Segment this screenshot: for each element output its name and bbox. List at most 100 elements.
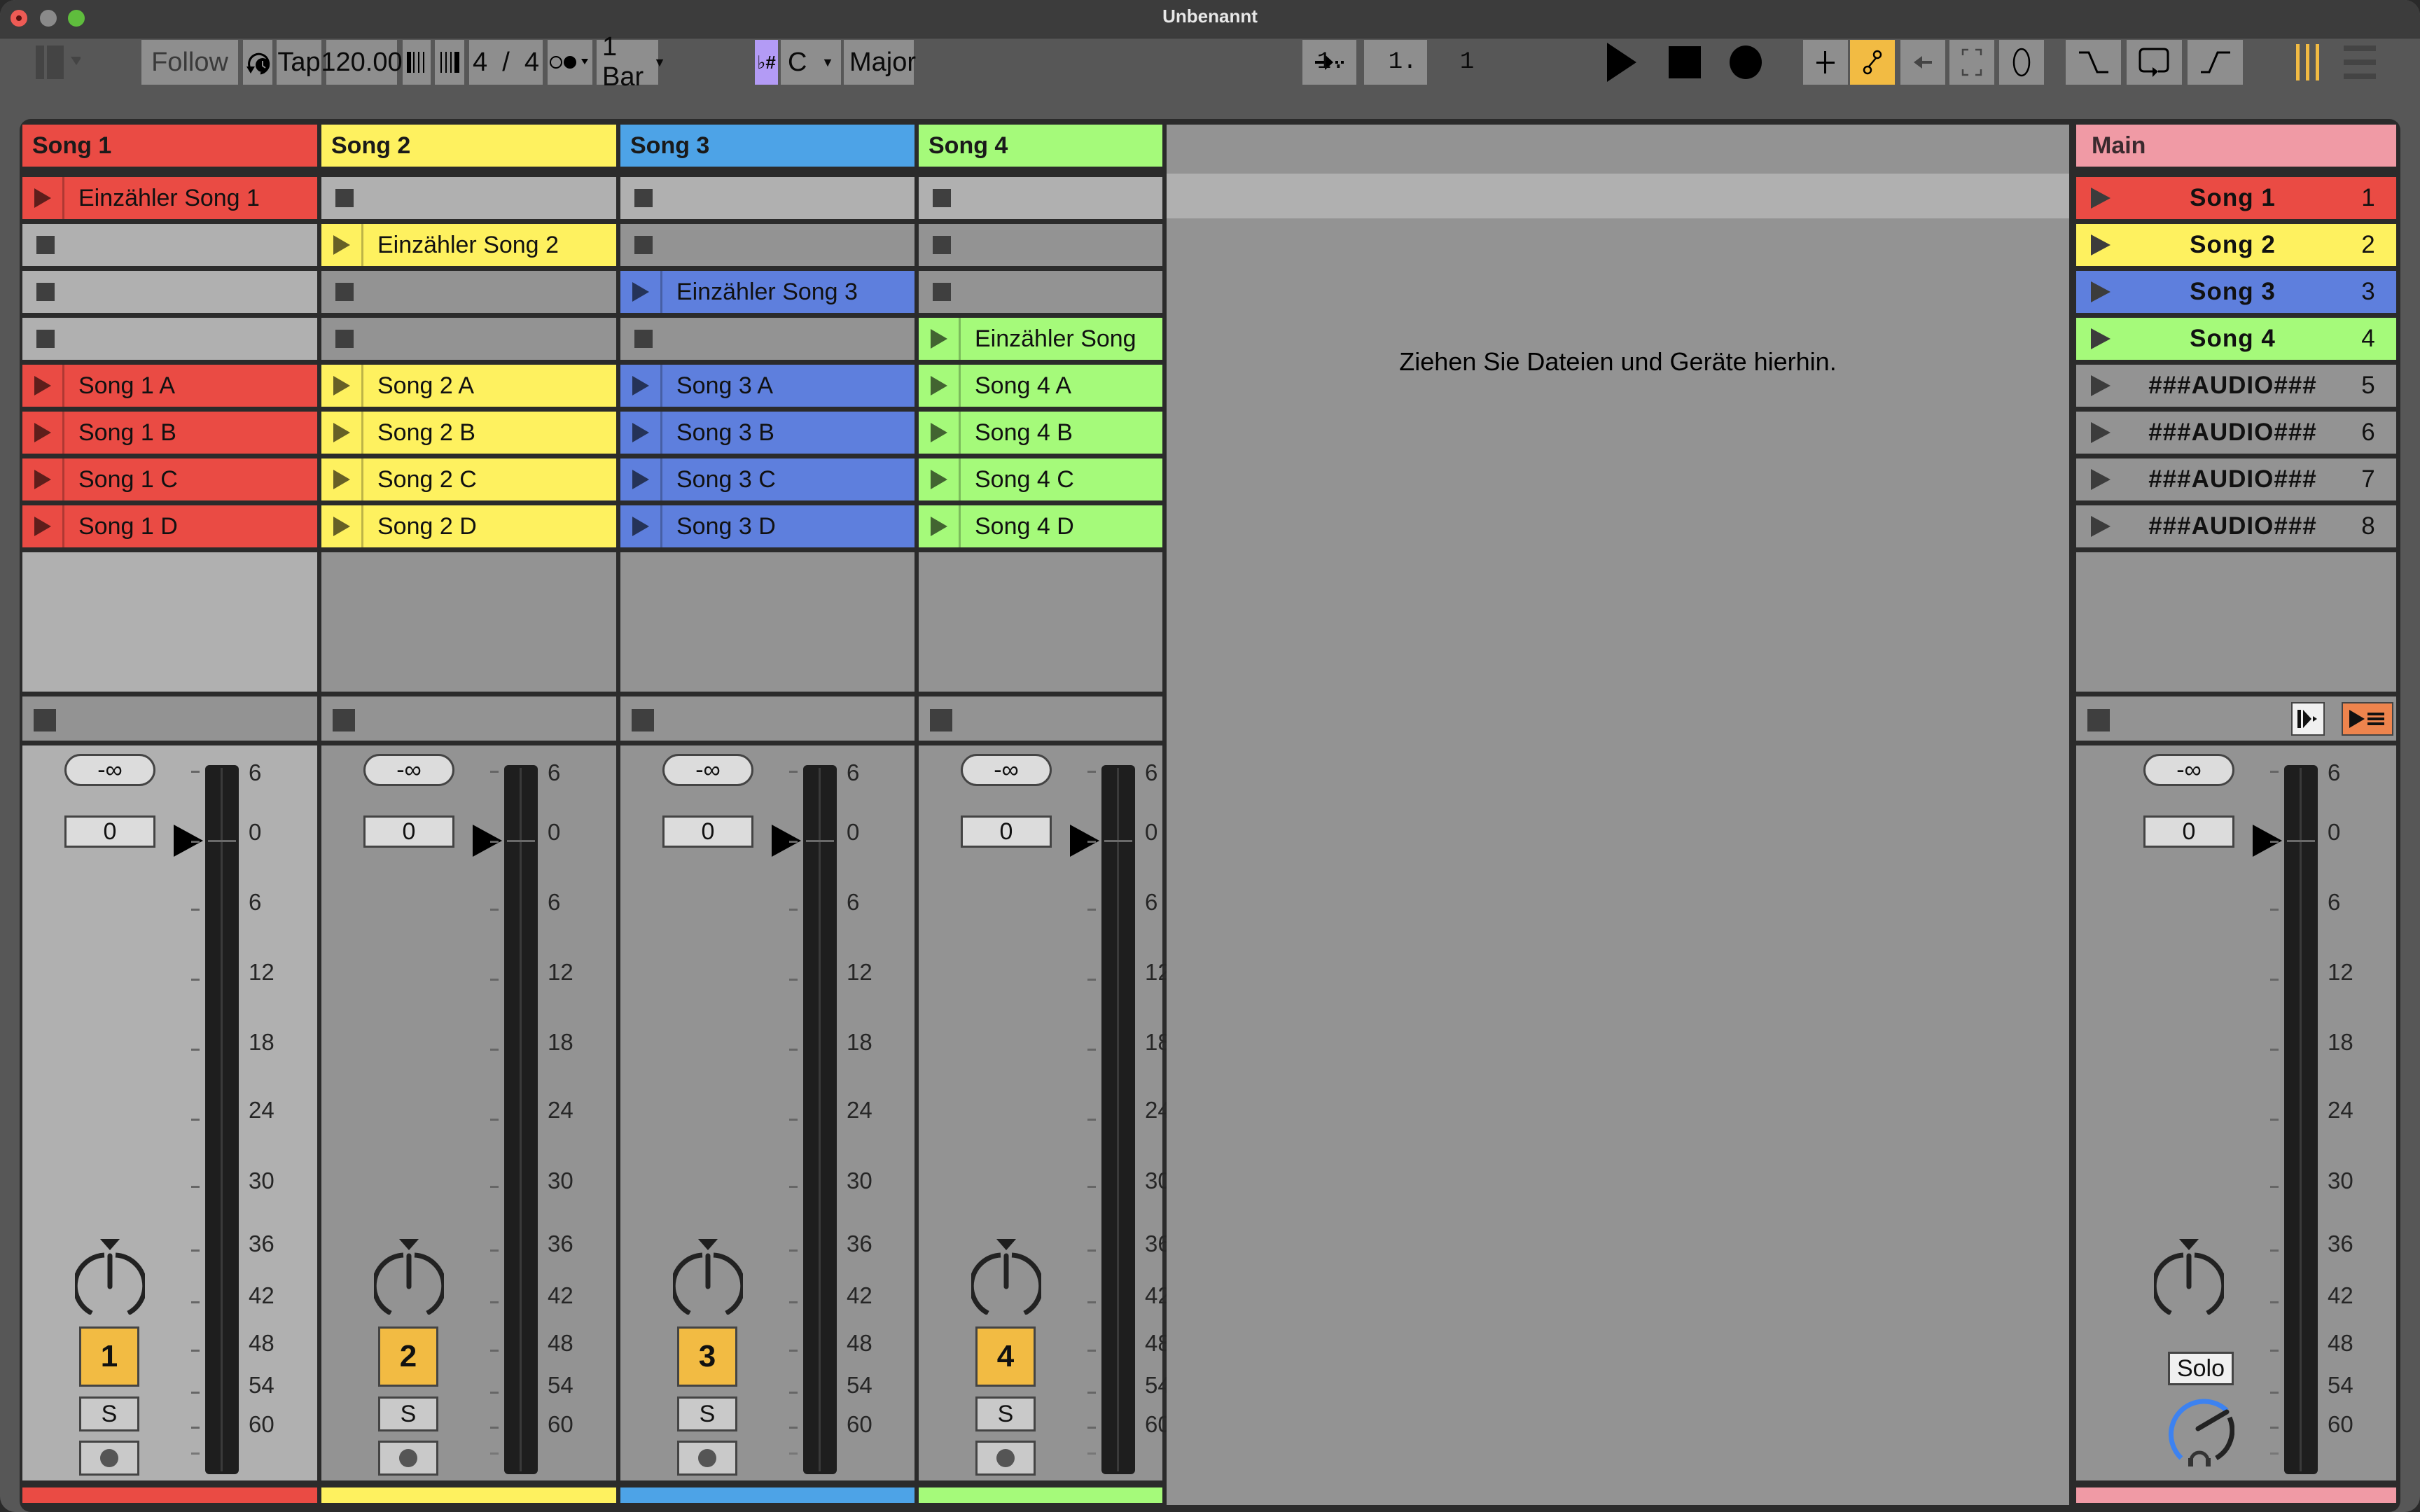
empty-clip-slot[interactable] (321, 318, 616, 360)
clip-slot[interactable]: Song 2 A (321, 365, 616, 407)
scale-dropdown[interactable]: Major (844, 40, 916, 85)
clip-launch-button[interactable] (919, 412, 961, 454)
clip-launch-button[interactable] (22, 458, 64, 500)
clip-launch-button[interactable] (321, 412, 363, 454)
empty-clip-slot[interactable] (620, 177, 915, 219)
metronome-circles-icon[interactable] (548, 40, 592, 85)
device-drop-zone[interactable]: Ziehen Sie Dateien und Geräte hierhin. (1167, 125, 2069, 1505)
record-button[interactable] (1727, 40, 1764, 85)
arm-record-button[interactable] (677, 1441, 737, 1476)
volume-field[interactable]: 0 (64, 816, 155, 848)
tap-button[interactable]: Tap (277, 40, 321, 85)
clip-launch-button[interactable] (321, 458, 363, 500)
clip-launch-button[interactable] (620, 458, 662, 500)
empty-clip-area[interactable] (620, 552, 915, 692)
clip-stop-icon[interactable] (933, 283, 951, 301)
stop-button[interactable] (1667, 40, 1703, 85)
track-activator-button[interactable]: 2 (378, 1326, 438, 1387)
track-header[interactable]: Song 3 (620, 125, 915, 167)
solo-button[interactable]: S (677, 1396, 737, 1432)
clip-launch-button[interactable] (919, 365, 961, 407)
back-to-arrangement-icon[interactable] (1900, 40, 1945, 85)
clip-launch-button[interactable] (22, 412, 64, 454)
peak-level-indicator[interactable]: -∞ (64, 754, 155, 786)
clip-slot[interactable]: Song 4 A (919, 365, 1162, 407)
clip-stop-icon[interactable] (634, 330, 653, 348)
track-header[interactable]: Song 1 (22, 125, 317, 167)
scene-launch-button[interactable] (2076, 188, 2125, 209)
clip-stop-button[interactable] (632, 709, 654, 732)
clip-stop-button[interactable] (34, 709, 56, 732)
track-activator-button[interactable]: 4 (975, 1326, 1036, 1387)
empty-clip-area[interactable] (919, 552, 1162, 692)
capture-icon[interactable] (1949, 40, 1994, 85)
empty-clip-slot[interactable] (22, 271, 317, 313)
clip-launch-button[interactable] (22, 505, 64, 547)
solo-button[interactable]: S (79, 1396, 139, 1432)
clip-launch-button[interactable] (321, 505, 363, 547)
scene-launch-row[interactable]: ###AUDIO### 6 (2076, 412, 2396, 454)
draw-mode-fade-icon[interactable] (2066, 40, 2121, 85)
scene-launch-button[interactable] (2076, 375, 2125, 396)
main-track-header[interactable]: Main (2076, 125, 2396, 167)
clip-launch-button[interactable] (620, 412, 662, 454)
solo-button[interactable]: S (975, 1396, 1036, 1432)
clip-launch-button[interactable] (22, 365, 64, 407)
scene-launch-row[interactable]: ###AUDIO### 8 (2076, 505, 2396, 547)
clip-stop-icon[interactable] (36, 236, 55, 254)
solo-cue-toggle[interactable]: Solo (2168, 1352, 2234, 1385)
add-icon[interactable] (1803, 40, 1848, 85)
clip-slot[interactable]: Song 3 C (620, 458, 915, 500)
scene-launch-button[interactable] (2076, 328, 2125, 349)
clip-stop-icon[interactable] (335, 283, 354, 301)
stop-all-clips-button[interactable] (2087, 709, 2110, 732)
clip-slot[interactable]: Song 3 A (620, 365, 915, 407)
clip-launch-button[interactable] (22, 177, 64, 219)
arm-record-button[interactable] (79, 1441, 139, 1476)
clip-slot[interactable]: Einzähler Song 1 (22, 177, 317, 219)
arm-record-button[interactable] (975, 1441, 1036, 1476)
arm-record-button[interactable] (378, 1441, 438, 1476)
volume-field[interactable]: 0 (2143, 816, 2234, 848)
scale-mode-toggle[interactable]: ♭# (755, 40, 778, 85)
clip-slot[interactable]: Einzähler Song 2 (321, 224, 616, 266)
scene-launch-button[interactable] (2076, 422, 2125, 443)
session-record-icon[interactable] (1999, 40, 2044, 85)
clip-stop-icon[interactable] (933, 236, 951, 254)
scene-launch-button[interactable] (2076, 234, 2125, 255)
clip-stop-icon[interactable] (634, 189, 653, 207)
clip-launch-button[interactable] (321, 224, 363, 266)
clip-stop-icon[interactable] (634, 236, 653, 254)
scene-launch-row[interactable]: ###AUDIO### 5 (2076, 365, 2396, 407)
scene-launch-button[interactable] (2076, 281, 2125, 302)
nudge-down-icon[interactable] (403, 40, 431, 85)
clip-stop-icon[interactable] (36, 283, 55, 301)
clip-launch-button[interactable] (919, 318, 961, 360)
clip-stop-button[interactable] (930, 709, 952, 732)
track-activator-button[interactable]: 1 (79, 1326, 139, 1387)
clip-slot[interactable]: Song 1 C (22, 458, 317, 500)
key-root-dropdown[interactable]: C ▼ (781, 40, 841, 85)
clip-slot[interactable]: Song 4 D (919, 505, 1162, 547)
track-header[interactable]: Song 4 (919, 125, 1162, 167)
nudge-up-icon[interactable] (435, 40, 464, 85)
clip-stop-icon[interactable] (933, 189, 951, 207)
clip-slot[interactable]: Song 2 B (321, 412, 616, 454)
punch-out-icon[interactable] (2188, 40, 2243, 85)
clip-slot[interactable]: Song 4 C (919, 458, 1162, 500)
clip-launch-button[interactable] (620, 505, 662, 547)
empty-clip-area[interactable] (321, 552, 616, 692)
menu-icon[interactable] (2339, 40, 2381, 85)
clip-launch-button[interactable] (919, 458, 961, 500)
clip-slot[interactable]: Song 4 B (919, 412, 1162, 454)
play-button[interactable] (1604, 40, 1640, 85)
tempo-follow-icon[interactable] (243, 40, 272, 85)
song-position-field[interactable]: 1. 1. 1 (1317, 40, 1474, 85)
clip-slot[interactable]: Song 1 B (22, 412, 317, 454)
empty-clip-slot[interactable] (919, 177, 1162, 219)
clip-slot[interactable]: Song 3 D (620, 505, 915, 547)
follow-action-toggle-button[interactable] (2291, 702, 2325, 736)
empty-clip-slot[interactable] (919, 224, 1162, 266)
scene-launch-row[interactable]: ###AUDIO### 7 (2076, 458, 2396, 500)
peak-level-indicator[interactable]: -∞ (2143, 754, 2234, 786)
